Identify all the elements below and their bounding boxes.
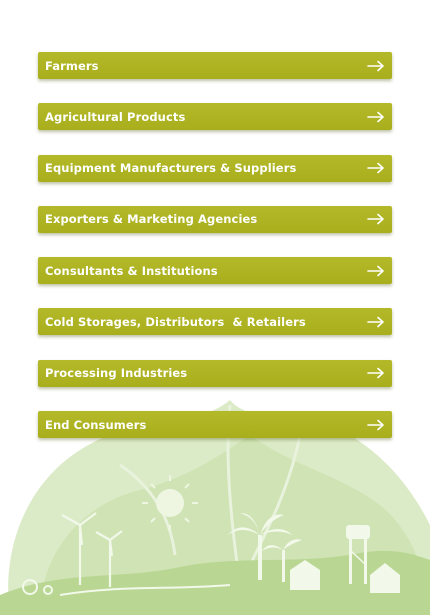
menu-item-label: Processing Industries xyxy=(45,366,188,381)
menu-item-label: Cold Storages, Distributors & Retailers xyxy=(45,314,306,329)
menu-item-label: Consultants & Institutions xyxy=(45,263,218,278)
arrow-right-icon xyxy=(367,316,384,328)
menu-item-exporters[interactable]: Exporters & Marketing Agencies xyxy=(38,205,392,233)
arrow-right-icon xyxy=(367,367,384,379)
category-menu: Farmers Agricultural Products Equipment … xyxy=(38,52,392,462)
menu-item-label: Agricultural Products xyxy=(45,109,186,124)
menu-item-label: Exporters & Marketing Agencies xyxy=(45,212,258,227)
menu-item-consultants[interactable]: Consultants & Institutions xyxy=(38,257,392,285)
arrow-right-icon xyxy=(367,214,384,225)
menu-item-agricultural-products[interactable]: Agricultural Products xyxy=(38,103,392,131)
arrow-right-icon xyxy=(367,419,384,430)
arrow-right-icon xyxy=(367,265,384,276)
menu-item-label: End Consumers xyxy=(45,417,147,432)
menu-item-processing-industries[interactable]: Processing Industries xyxy=(38,359,392,387)
menu-item-label: Equipment Manufacturers & Suppliers xyxy=(45,161,297,176)
menu-item-farmers[interactable]: Farmers xyxy=(38,52,392,79)
arrow-right-icon xyxy=(367,60,384,71)
menu-item-cold-storages[interactable]: Cold Storages, Distributors & Retailers xyxy=(38,308,392,336)
menu-item-equipment-manufacturers[interactable]: Equipment Manufacturers & Suppliers xyxy=(38,154,392,182)
arrow-right-icon xyxy=(367,162,384,174)
menu-item-label: Farmers xyxy=(45,58,99,73)
arrow-right-icon xyxy=(367,111,384,123)
menu-item-end-consumers[interactable]: End Consumers xyxy=(38,411,392,439)
